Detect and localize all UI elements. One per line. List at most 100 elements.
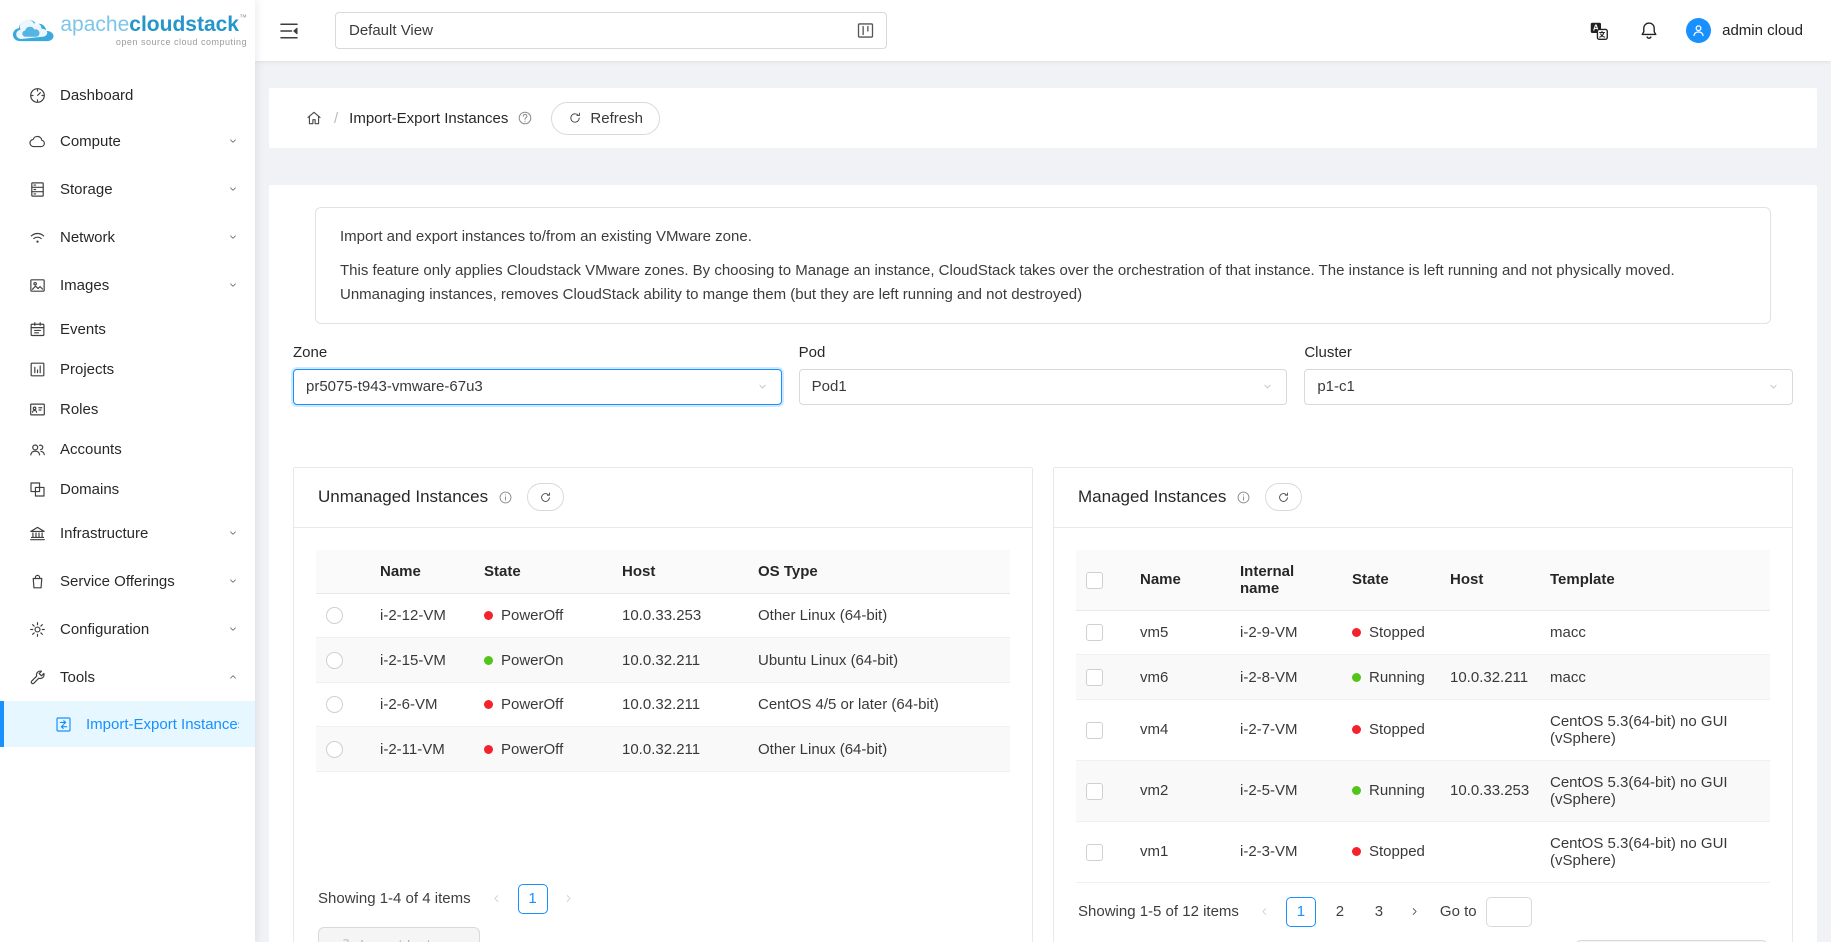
sidebar-item-dashboard[interactable]: Dashboard	[0, 73, 255, 117]
main-column: Default View admin cloud / Import-Export…	[255, 0, 1831, 942]
project-board-icon[interactable]	[855, 20, 876, 41]
sidebar-item-label: Tools	[60, 669, 227, 686]
unmanaged-refresh-button[interactable]	[527, 483, 564, 511]
row-checkbox[interactable]	[1086, 844, 1103, 861]
cell-internal-name: i-2-9-VM	[1230, 610, 1342, 655]
user-avatar[interactable]	[1686, 18, 1711, 43]
sidebar-item-projects[interactable]: Projects	[0, 349, 255, 389]
status-dot-icon	[1352, 725, 1361, 734]
brand-word-cloudstack: cloudstack	[129, 13, 239, 36]
reload-icon	[539, 491, 552, 504]
sidebar-item-service-offerings[interactable]: Service Offerings	[0, 557, 255, 605]
sidebar-item-storage[interactable]: Storage	[0, 165, 255, 213]
next-page-button[interactable]	[1403, 897, 1427, 927]
cell-name: vm2	[1130, 760, 1230, 821]
sidebar-item-network[interactable]: Network	[0, 213, 255, 261]
managed-refresh-button[interactable]	[1265, 483, 1302, 511]
unmanaged-panel-body: Name State Host OS Type	[294, 528, 1032, 942]
cell-template: CentOS 5.3(64-bit) no GUI (vSphere)	[1540, 760, 1770, 821]
shopping-bag-icon	[28, 572, 47, 591]
row-radio[interactable]	[326, 741, 343, 758]
sidebar-item-import-export-instances[interactable]: Import-Export Instances	[0, 701, 255, 747]
status-dot-icon	[484, 656, 493, 665]
table-row: i-2-6-VM PowerOff 10.0.32.211 CentOS 4/5…	[316, 682, 1010, 727]
table-row: vm1 i-2-3-VM Stopped CentOS 5.3(64-bit) …	[1076, 821, 1770, 882]
table-row: vm2 i-2-5-VM Running 10.0.33.253 CentOS …	[1076, 760, 1770, 821]
unmanaged-table: Name State Host OS Type	[316, 550, 1010, 772]
cell-host: 10.0.32.211	[612, 638, 748, 683]
status-dot-icon	[1352, 786, 1361, 795]
refresh-button[interactable]: Refresh	[551, 102, 660, 135]
prev-page-button[interactable]	[1253, 897, 1277, 927]
column-header-state: State	[474, 550, 612, 594]
page-button-2[interactable]: 2	[1325, 897, 1355, 927]
pod-field: Pod Pod1	[799, 344, 1288, 405]
reload-icon	[1277, 491, 1290, 504]
info-circle-icon[interactable]	[498, 490, 513, 505]
sidebar-item-compute[interactable]: Compute	[0, 117, 255, 165]
menu-fold-icon[interactable]	[277, 19, 301, 43]
row-radio[interactable]	[326, 652, 343, 669]
pod-select[interactable]: Pod1	[799, 369, 1288, 405]
import-export-icon	[54, 715, 73, 734]
chevron-down-icon	[1261, 380, 1274, 393]
sidebar-item-images[interactable]: Images	[0, 261, 255, 309]
home-icon[interactable]	[305, 109, 323, 127]
table-row: vm4 i-2-7-VM Stopped CentOS 5.3(64-bit) …	[1076, 699, 1770, 760]
chevron-down-icon	[227, 279, 239, 291]
import-icon	[335, 937, 351, 942]
status-dot-icon	[484, 611, 493, 620]
table-row: i-2-11-VM PowerOff 10.0.32.211 Other Lin…	[316, 727, 1010, 772]
table-row: vm6 i-2-8-VM Running 10.0.32.211 macc	[1076, 655, 1770, 700]
cell-internal-name: i-2-8-VM	[1230, 655, 1342, 700]
page-button-1[interactable]: 1	[1286, 897, 1316, 927]
database-icon	[28, 180, 47, 199]
unmanaged-panel-title: Unmanaged Instances	[318, 487, 488, 507]
cluster-select[interactable]: p1-c1	[1304, 369, 1793, 405]
sidebar-item-tools[interactable]: Tools	[0, 653, 255, 701]
user-name[interactable]: admin cloud	[1722, 22, 1803, 39]
brand-logo[interactable]: apachecloudstack™ open source cloud comp…	[0, 0, 255, 61]
sidebar-item-events[interactable]: Events	[0, 309, 255, 349]
next-page-button[interactable]	[557, 884, 581, 914]
import-instance-label: Import Instance	[360, 937, 463, 942]
row-checkbox[interactable]	[1086, 624, 1103, 641]
page-button-1[interactable]: 1	[518, 884, 548, 914]
filter-row: Zone pr5075-t943-vmware-67u3 Pod Pod1	[293, 344, 1793, 405]
row-checkbox[interactable]	[1086, 669, 1103, 686]
row-checkbox[interactable]	[1086, 783, 1103, 800]
sidebar-item-label: Projects	[60, 361, 239, 378]
tool-icon	[28, 668, 47, 687]
prev-page-button[interactable]	[485, 884, 509, 914]
chevron-left-icon	[490, 892, 503, 905]
status-dot-icon	[1352, 628, 1361, 637]
goto-page-input[interactable]	[1486, 897, 1532, 927]
row-radio[interactable]	[326, 696, 343, 713]
cell-name: i-2-11-VM	[370, 727, 474, 772]
managed-instances-panel: Managed Instances	[1053, 467, 1793, 942]
row-radio[interactable]	[326, 607, 343, 624]
import-instance-button[interactable]: Import Instance	[318, 927, 480, 942]
select-all-checkbox[interactable]	[1086, 572, 1103, 589]
sidebar-item-label: Network	[60, 229, 227, 246]
bell-icon[interactable]	[1638, 20, 1660, 42]
sidebar-item-roles[interactable]: Roles	[0, 389, 255, 429]
sidebar-item-configuration[interactable]: Configuration	[0, 605, 255, 653]
translate-icon[interactable]	[1588, 20, 1610, 42]
state-label: Stopped	[1369, 843, 1425, 860]
page-button-3[interactable]: 3	[1364, 897, 1394, 927]
sidebar-item-domains[interactable]: Domains	[0, 469, 255, 509]
zone-select[interactable]: pr5075-t943-vmware-67u3	[293, 369, 782, 405]
column-header-name: Name	[370, 550, 474, 594]
sidebar-item-infrastructure[interactable]: Infrastructure	[0, 509, 255, 557]
question-circle-icon[interactable]	[517, 110, 533, 126]
chevron-right-icon	[562, 892, 575, 905]
pod-value: Pod1	[812, 378, 847, 395]
project-view-selector[interactable]: Default View	[335, 12, 887, 49]
cell-os-type: Ubuntu Linux (64-bit)	[748, 638, 1010, 683]
row-checkbox[interactable]	[1086, 722, 1103, 739]
sidebar-item-accounts[interactable]: Accounts	[0, 429, 255, 469]
info-circle-icon[interactable]	[1236, 490, 1251, 505]
cell-name: vm1	[1130, 821, 1230, 882]
cluster-value: p1-c1	[1317, 378, 1355, 395]
